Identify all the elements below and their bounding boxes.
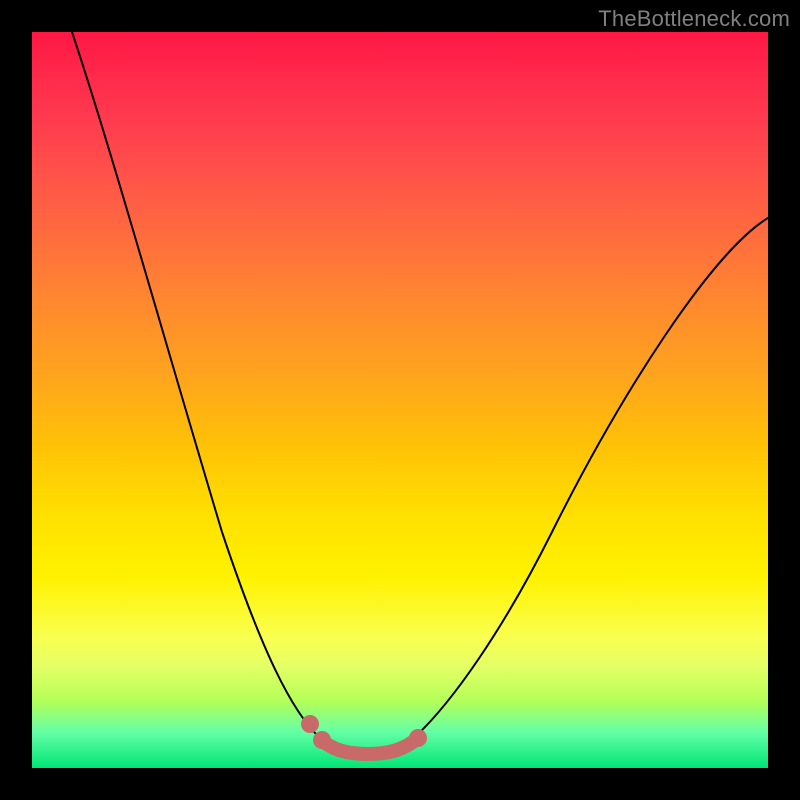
chart-frame: TheBottleneck.com [0, 0, 800, 800]
plot-area [32, 32, 768, 768]
watermark-text: TheBottleneck.com [598, 6, 790, 32]
trough-highlight [32, 32, 768, 768]
